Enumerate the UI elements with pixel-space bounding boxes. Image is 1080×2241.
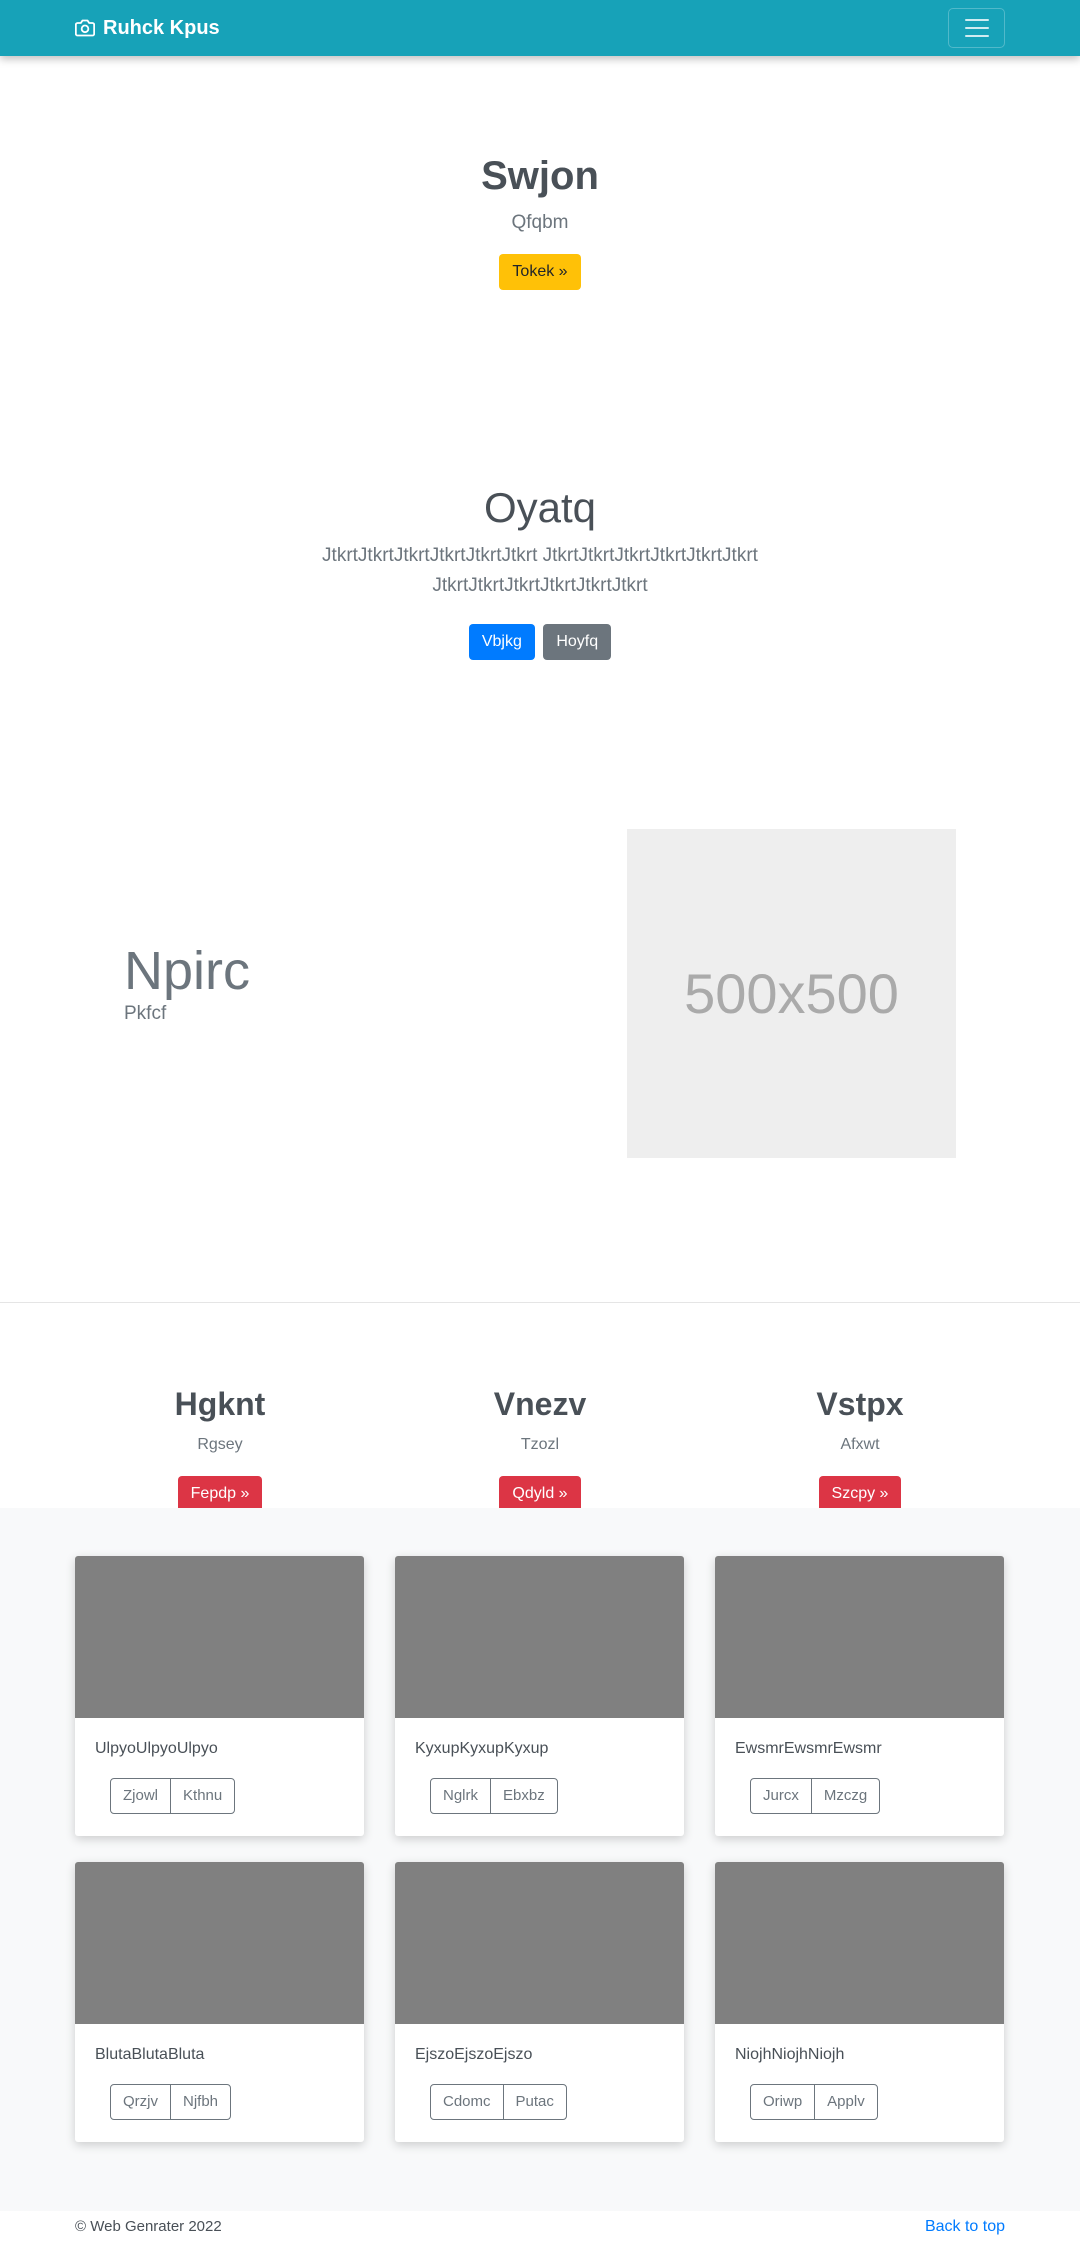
album-card: NiojhNiojhNiojh Oriwp Applv <box>715 1862 1004 2142</box>
column-1: Hgknt Rgsey Fepdp » <box>59 1380 381 1512</box>
album-section: UlpyoUlpyoUlpyo Zjowl Kthnu KyxupKyxupKy… <box>0 1508 1080 2211</box>
album-card: EjszoEjszoEjszo Cdomc Putac <box>395 1862 684 2142</box>
card-text: EjszoEjszoEjszo <box>415 2046 533 2063</box>
card-text: NiojhNiojhNiojh <box>735 2046 845 2063</box>
card-image <box>715 1556 1004 1718</box>
album-card: UlpyoUlpyoUlpyo Zjowl Kthnu <box>75 1556 364 1836</box>
card-button[interactable]: Oriwp <box>750 2084 816 2120</box>
hero-title: Swjon <box>481 154 599 198</box>
jumbotron-title: Oyatq <box>483 484 597 531</box>
column-subtitle: Afxwt <box>840 1436 880 1453</box>
section-divider <box>0 1302 1080 1303</box>
feature-title: Npirc <box>124 941 251 1001</box>
card-button-group: Zjowl Kthnu <box>110 1778 236 1814</box>
menu-toggle-button[interactable] <box>948 8 1005 48</box>
album-card: EwsmrEwsmrEwsmr Jurcx Mzczg <box>715 1556 1004 1836</box>
column-subtitle: Rgsey <box>197 1436 243 1453</box>
navbar: Ruhck Kpus <box>0 0 1080 56</box>
card-image <box>75 1556 364 1718</box>
card-image <box>75 1862 364 2024</box>
card-button[interactable]: Ebxbz <box>490 1778 558 1814</box>
feature-image-placeholder: 500x500 <box>627 829 956 1158</box>
back-to-top-link[interactable]: Back to top <box>925 2218 1005 2236</box>
brand-name: Ruhck Kpus <box>103 16 220 39</box>
hero-actions: Tokek » <box>0 254 1080 290</box>
brand-link[interactable]: Ruhck Kpus <box>75 14 220 42</box>
card-button[interactable]: Nglrk <box>430 1778 492 1814</box>
placeholder-label: 500x500 <box>684 962 899 1025</box>
card-button[interactable]: Mzczg <box>810 1778 881 1814</box>
hamburger-icon-line <box>964 35 989 37</box>
column-button[interactable]: Qdyld » <box>499 1476 581 1512</box>
hamburger-icon-line <box>964 27 989 29</box>
card-button-group: Cdomc Putac <box>430 2084 567 2120</box>
feature-subtitle: Pkfcf <box>124 1003 167 1024</box>
column-subtitle: Tzozl <box>520 1436 560 1453</box>
card-button[interactable]: Njfbh <box>170 2084 232 2120</box>
primary-button[interactable]: Vbjkg <box>468 624 535 660</box>
card-button-group: Jurcx Mzczg <box>750 1778 881 1814</box>
hero-subtitle: Qfqbm <box>511 212 569 233</box>
card-button-group: Nglrk Ebxbz <box>430 1778 558 1814</box>
card-button[interactable]: Putac <box>502 2084 567 2120</box>
column-title: Vnezv <box>493 1386 587 1422</box>
column-3: Vstpx Afxwt Szcpy » <box>699 1380 1021 1512</box>
card-image <box>715 1862 1004 2024</box>
card-button-group: Qrzjv Njfbh <box>110 2084 232 2120</box>
card-text: KyxupKyxupKyxup <box>415 1740 549 1757</box>
column-2: Vnezv Tzozl Qdyld » <box>379 1380 701 1512</box>
hamburger-icon-line <box>964 19 989 21</box>
card-text: EwsmrEwsmrEwsmr <box>735 1740 882 1757</box>
camera-icon <box>75 19 95 37</box>
card-button[interactable]: Jurcx <box>750 1778 812 1814</box>
card-image <box>395 1556 684 1718</box>
card-button-group: Oriwp Applv <box>750 2084 878 2120</box>
card-text: BlutaBlutaBluta <box>95 2046 205 2063</box>
card-button[interactable]: Qrzjv <box>110 2084 171 2120</box>
album-card: BlutaBlutaBluta Qrzjv Njfbh <box>75 1862 364 2142</box>
secondary-button[interactable]: Hoyfq <box>543 624 612 660</box>
album-card: KyxupKyxupKyxup Nglrk Ebxbz <box>395 1556 684 1836</box>
jumbotron-lead: JtkrtJtkrtJtkrtJtkrtJtkrtJtkrt JtkrtJtkr… <box>322 545 758 596</box>
card-button[interactable]: Cdomc <box>430 2084 504 2120</box>
column-button[interactable]: Fepdp » <box>177 1476 263 1512</box>
card-image <box>395 1862 684 2024</box>
column-button[interactable]: Szcpy » <box>818 1476 902 1512</box>
card-button[interactable]: Zjowl <box>110 1778 172 1814</box>
column-title: Hgknt <box>174 1386 266 1422</box>
card-text: UlpyoUlpyoUlpyo <box>95 1740 218 1757</box>
card-button[interactable]: Applv <box>814 2084 878 2120</box>
column-title: Vstpx <box>816 1386 904 1422</box>
hero-button[interactable]: Tokek » <box>499 254 581 290</box>
card-button[interactable]: Kthnu <box>170 1778 236 1814</box>
jumbotron-actions: Vbjkg Hoyfq <box>0 624 1080 660</box>
footer-copyright: © Web Genrater 2022 <box>75 2218 222 2235</box>
